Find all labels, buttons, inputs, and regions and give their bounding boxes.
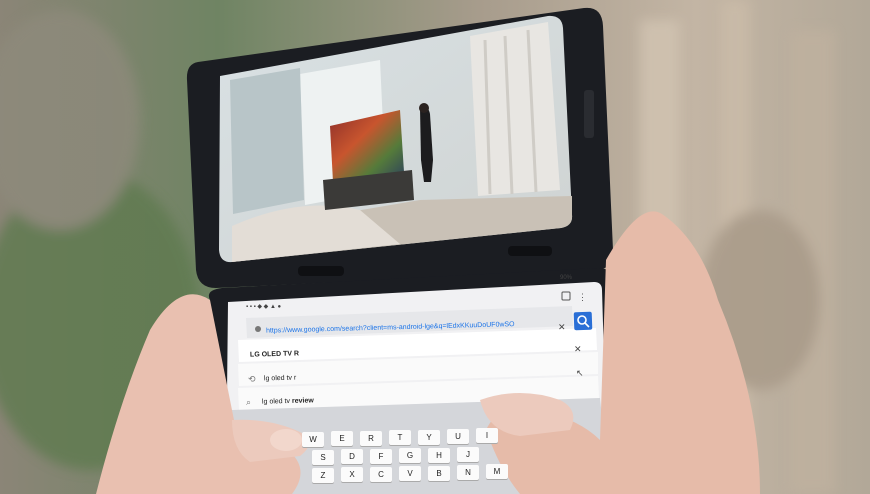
key-u[interactable]: U (447, 429, 469, 444)
key-w[interactable]: W (302, 432, 324, 447)
key-y[interactable]: Y (418, 429, 440, 445)
key-d[interactable]: D (341, 449, 363, 465)
key-n[interactable]: N (457, 465, 479, 480)
status-bar: ▪ ▪ ▪ ◆ ◆ ▲ ● (246, 304, 282, 310)
clear-icon[interactable]: ✕ (558, 322, 566, 332)
key-m[interactable]: M (486, 464, 508, 480)
lock-icon (255, 326, 261, 332)
key-g[interactable]: G (399, 448, 421, 464)
key-i[interactable]: I (476, 428, 498, 444)
search-button[interactable] (573, 311, 593, 331)
key-c[interactable]: C (370, 466, 392, 482)
menu-icon[interactable]: ⋮ (578, 292, 587, 302)
key-v[interactable]: V (399, 466, 421, 482)
key-s[interactable]: S (312, 450, 334, 465)
battery-level: 90% (560, 275, 573, 281)
key-h[interactable]: H (428, 447, 450, 463)
key-z[interactable]: Z (312, 468, 334, 483)
history-icon: ⟲ (248, 374, 256, 384)
search-query[interactable]: LG OLED TV R (250, 350, 299, 358)
search-icon: ⌕ (246, 397, 251, 407)
key-t[interactable]: T (389, 430, 411, 446)
key-x[interactable]: X (341, 467, 363, 483)
key-r[interactable]: R (360, 430, 382, 446)
arrow-fill-icon[interactable]: ↖ (576, 368, 584, 378)
row-clear-icon[interactable]: ✕ (574, 344, 582, 354)
key-f[interactable]: F (370, 448, 392, 464)
key-b[interactable]: B (428, 465, 450, 481)
key-e[interactable]: E (331, 431, 353, 447)
suggestion-1[interactable]: lg oled tv r (264, 375, 296, 383)
photo-scene: ✕ ⋮ ⟲ ⌕ ✕ ↖ ▪ ▪ ▪ ◆ ◆ ▲ ● 90% https://ww… (0, 0, 870, 494)
key-j[interactable]: J (457, 447, 479, 462)
suggestion-2[interactable]: lg oled tv review (262, 397, 314, 405)
photo-illustration: ✕ ⋮ ⟲ ⌕ ✕ ↖ (0, 0, 870, 494)
